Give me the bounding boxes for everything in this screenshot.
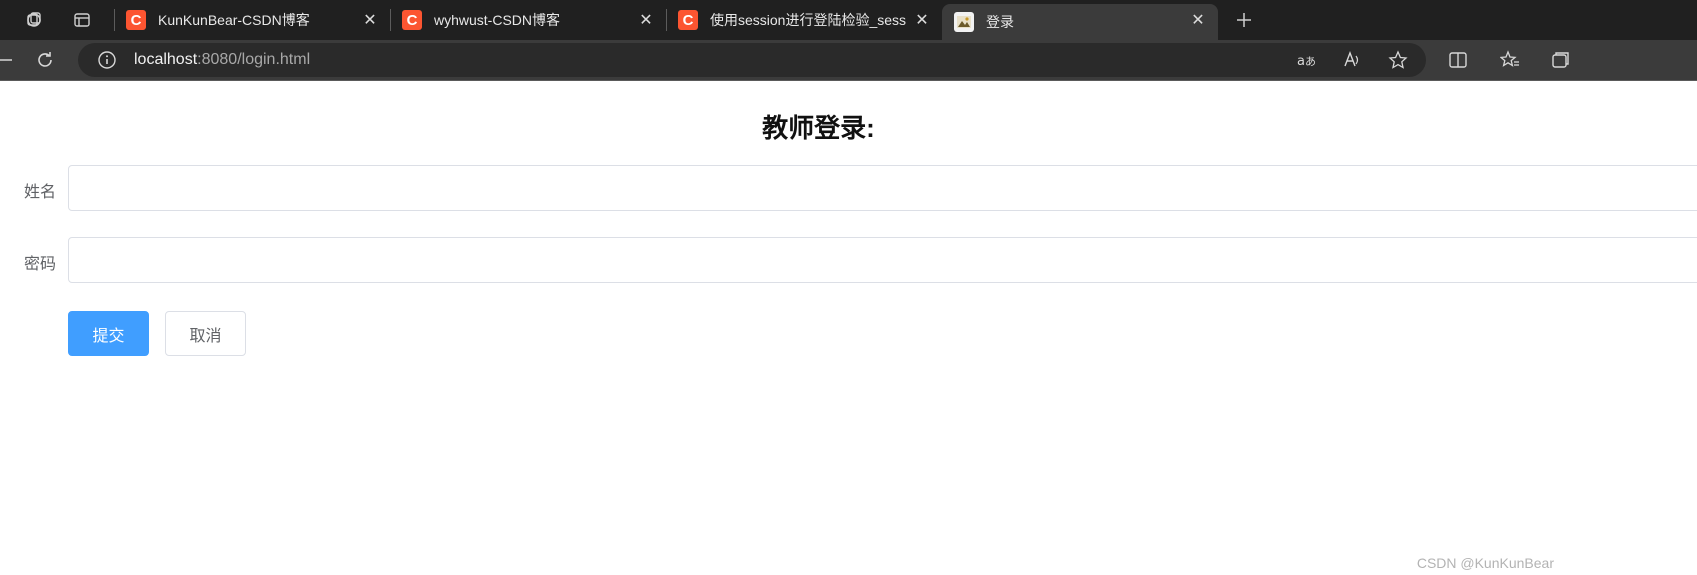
new-tab-button[interactable] xyxy=(1230,6,1258,34)
svg-text:a: a xyxy=(1297,54,1305,69)
collections-icon[interactable] xyxy=(1548,48,1572,72)
name-input[interactable] xyxy=(68,165,1697,211)
url-path: :8080/login.html xyxy=(197,51,311,68)
workspaces-icon[interactable] xyxy=(20,6,48,34)
page-content: 教师登录: 姓名 密码 提交 取消 CSDN @KunKunBear xyxy=(0,82,1697,575)
tab-title: 使用session进行登陆检验_session xyxy=(710,12,906,28)
tab-title: wyhwust-CSDN博客 xyxy=(434,12,561,28)
translate-icon[interactable]: aあ xyxy=(1294,48,1318,72)
url-text[interactable]: localhost:8080/login.html xyxy=(134,51,310,69)
page-title: 教师登录: xyxy=(762,113,875,143)
close-icon[interactable]: ✕ xyxy=(1186,8,1210,32)
favorites-icon[interactable] xyxy=(1498,48,1522,72)
url-host: localhost xyxy=(134,51,198,68)
browser-tab-strip: C KunKunBear-CSDN博客 ✕ C wyhwust-CSDN博客 ✕… xyxy=(0,0,1697,40)
tab-kunkunbear[interactable]: C KunKunBear-CSDN博客 ✕ xyxy=(114,4,390,36)
cancel-button[interactable]: 取消 xyxy=(165,311,246,356)
svg-text:あ: あ xyxy=(1305,55,1316,68)
tab-wyhwust[interactable]: C wyhwust-CSDN博客 ✕ xyxy=(390,4,666,36)
tab-actions-icon[interactable] xyxy=(68,6,96,34)
password-input[interactable] xyxy=(68,237,1697,283)
name-label: 姓名 xyxy=(23,184,56,201)
csdn-logo-icon: C xyxy=(126,10,146,30)
page-image-icon xyxy=(954,12,974,32)
browser-toolbar: localhost:8080/login.html aあ xyxy=(0,40,1697,81)
csdn-logo-icon: C xyxy=(402,10,422,30)
tab-title: KunKunBear-CSDN博客 xyxy=(158,12,310,28)
password-label: 密码 xyxy=(23,256,56,273)
csdn-logo-icon: C xyxy=(678,10,698,30)
tab-session-article[interactable]: C 使用session进行登陆检验_session ✕ xyxy=(666,4,942,36)
refresh-icon[interactable] xyxy=(33,48,57,72)
read-aloud-icon[interactable] xyxy=(1340,48,1364,72)
tab-title: 登录 xyxy=(986,14,1014,30)
tab-login[interactable]: 登录 ✕ xyxy=(942,4,1218,40)
address-bar[interactable]: localhost:8080/login.html aあ xyxy=(78,43,1426,77)
close-icon[interactable]: ✕ xyxy=(910,8,934,32)
favorite-star-icon[interactable] xyxy=(1386,48,1410,72)
close-icon[interactable]: ✕ xyxy=(358,8,382,32)
split-screen-icon[interactable] xyxy=(1446,48,1470,72)
submit-button[interactable]: 提交 xyxy=(68,311,149,356)
close-icon[interactable]: ✕ xyxy=(634,8,658,32)
watermark: CSDN @KunKunBear xyxy=(1416,555,1554,571)
site-info-icon[interactable] xyxy=(98,51,116,69)
back-icon[interactable] xyxy=(0,48,18,72)
